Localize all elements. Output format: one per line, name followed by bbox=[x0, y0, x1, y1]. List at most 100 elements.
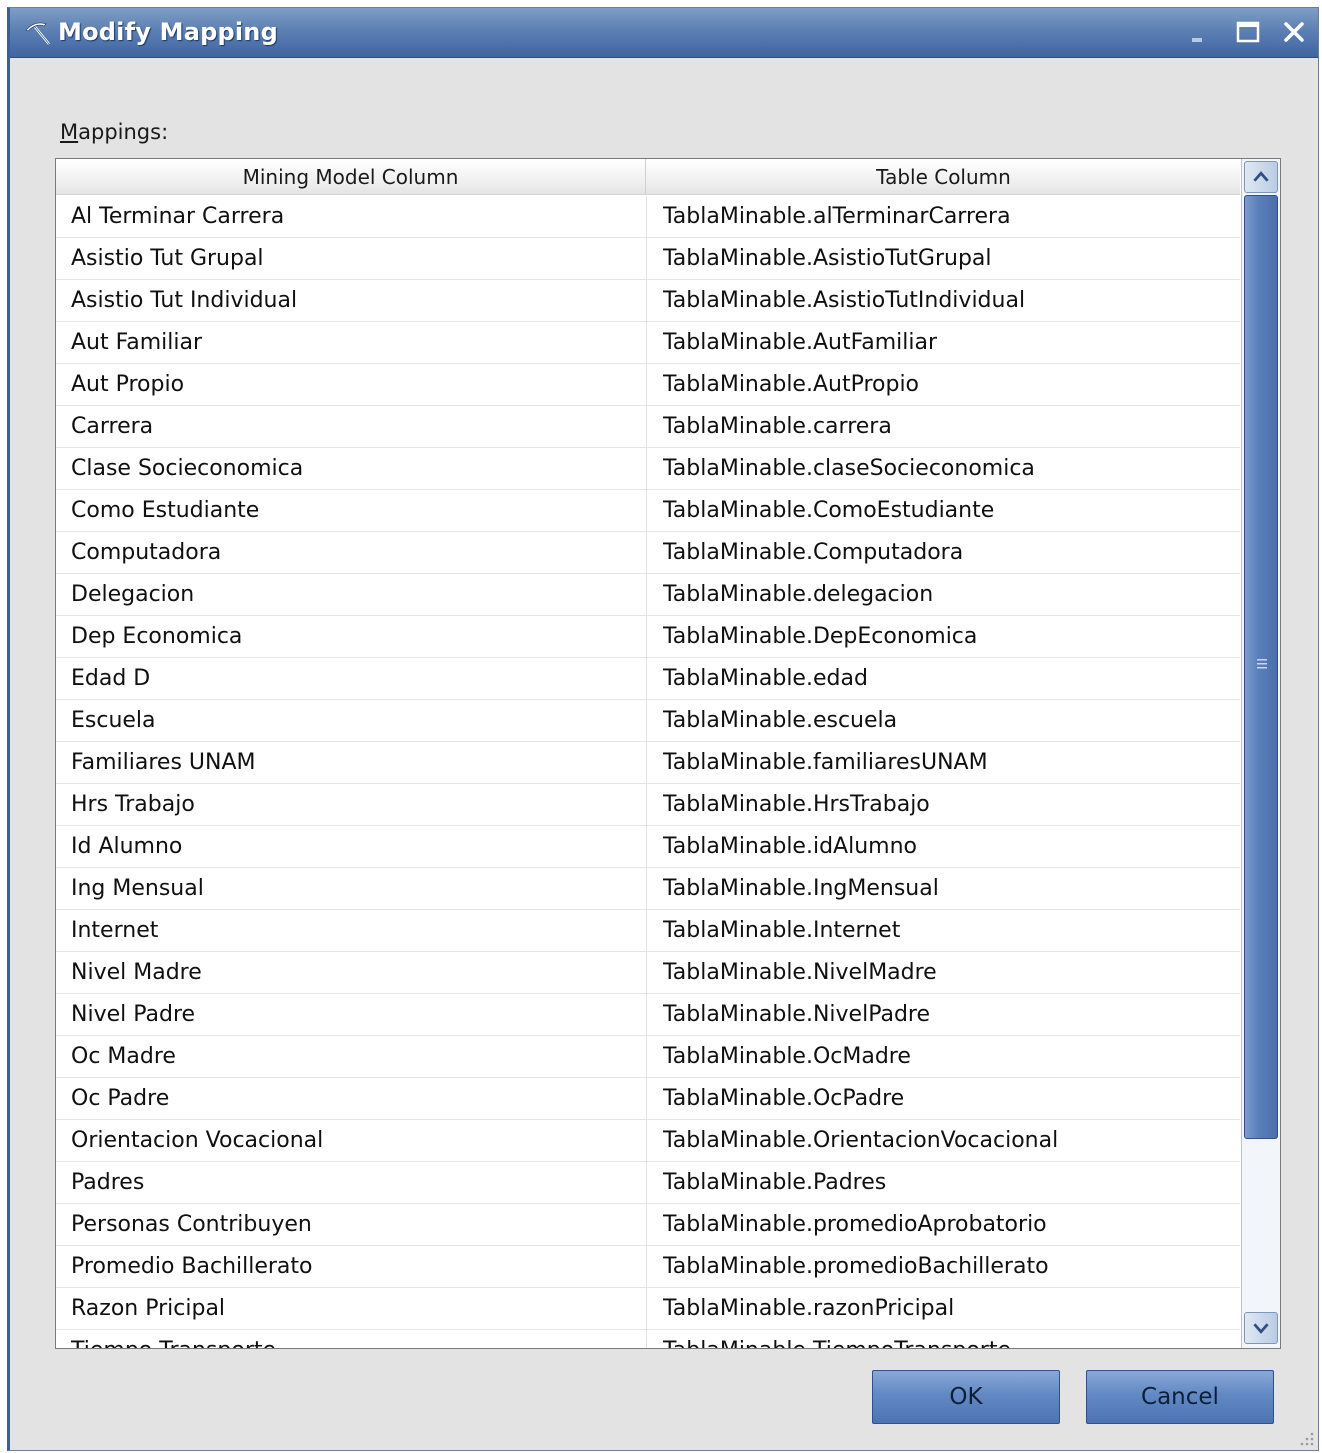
table-column-cell[interactable]: TablaMinable.IngMensual bbox=[663, 868, 1233, 909]
table-column-cell[interactable]: TablaMinable.promedioBachillerato bbox=[663, 1246, 1233, 1287]
table-row[interactable]: Ing Mensual TablaMinable.IngMensual bbox=[56, 868, 1240, 910]
table-row[interactable]: Edad D TablaMinable.edad bbox=[56, 658, 1240, 700]
mining-model-column-cell[interactable]: Promedio Bachillerato bbox=[71, 1246, 641, 1287]
table-row[interactable]: Al Terminar Carrera TablaMinable.alTermin… bbox=[56, 196, 1240, 238]
table-column-cell[interactable]: TablaMinable.Computadora bbox=[663, 532, 1233, 573]
maximize-icon[interactable] bbox=[1232, 16, 1264, 48]
table-row[interactable]: Orientacion Vocacional TablaMinable.Orien… bbox=[56, 1120, 1240, 1162]
table-column-cell[interactable]: TablaMinable.claseSocieconomica bbox=[663, 448, 1233, 489]
mining-model-column-cell[interactable]: Clase Socieconomica bbox=[71, 448, 641, 489]
table-row[interactable]: Padres TablaMinable.Padres bbox=[56, 1162, 1240, 1204]
mining-model-column-cell[interactable]: Nivel Madre bbox=[71, 952, 641, 993]
mining-model-column-cell[interactable]: Internet bbox=[71, 910, 641, 951]
resize-grip-icon[interactable] bbox=[1297, 1429, 1315, 1447]
mining-model-column-cell[interactable]: Razon Pricipal bbox=[71, 1288, 641, 1329]
table-column-cell[interactable]: TablaMinable.razonPricipal bbox=[663, 1288, 1233, 1329]
table-row[interactable]: Familiares UNAM TablaMinable.familiaresUN… bbox=[56, 742, 1240, 784]
table-column-cell[interactable]: TablaMinable.edad bbox=[663, 658, 1233, 699]
mining-model-column-cell[interactable]: Ing Mensual bbox=[71, 868, 641, 909]
table-column-cell[interactable]: TablaMinable.delegacion bbox=[663, 574, 1233, 615]
title-bar[interactable]: Modify Mapping bbox=[10, 8, 1318, 58]
table-row[interactable]: Computadora TablaMinable.Computadora bbox=[56, 532, 1240, 574]
table-row[interactable]: Internet TablaMinable.Internet bbox=[56, 910, 1240, 952]
scroll-down-button[interactable] bbox=[1244, 1312, 1278, 1344]
mappings-grid[interactable]: Mining Model Column Table Column Al Term… bbox=[55, 158, 1281, 1349]
close-icon[interactable] bbox=[1278, 16, 1310, 48]
table-row[interactable]: Carrera TablaMinable.carrera bbox=[56, 406, 1240, 448]
mining-model-column-cell[interactable]: Aut Propio bbox=[71, 364, 641, 405]
mining-model-column-cell[interactable]: Delegacion bbox=[71, 574, 641, 615]
table-column-cell[interactable]: TablaMinable.TiempoTransporte bbox=[663, 1330, 1233, 1348]
ok-button[interactable]: OK bbox=[872, 1370, 1060, 1424]
mining-model-column-cell[interactable]: Oc Padre bbox=[71, 1078, 641, 1119]
table-column-cell[interactable]: TablaMinable.DepEconomica bbox=[663, 616, 1233, 657]
mining-model-column-cell[interactable]: Tiempo Transporte bbox=[71, 1330, 641, 1348]
table-row[interactable]: Promedio Bachillerato TablaMinable.promed… bbox=[56, 1246, 1240, 1288]
table-column-cell[interactable]: TablaMinable.carrera bbox=[663, 406, 1233, 447]
table-row[interactable]: Razon Pricipal TablaMinable.razonPricipal bbox=[56, 1288, 1240, 1330]
table-row[interactable]: Hrs Trabajo TablaMinable.HrsTrabajo bbox=[56, 784, 1240, 826]
table-row[interactable]: Dep Economica TablaMinable.DepEconomica bbox=[56, 616, 1240, 658]
mining-model-column-cell[interactable]: Padres bbox=[71, 1162, 641, 1203]
mining-model-column-cell[interactable]: Como Estudiante bbox=[71, 490, 641, 531]
mining-model-column-cell[interactable]: Oc Madre bbox=[71, 1036, 641, 1077]
mining-model-column-cell[interactable]: Carrera bbox=[71, 406, 641, 447]
mining-model-column-cell[interactable]: Familiares UNAM bbox=[71, 742, 641, 783]
table-row[interactable]: Id Alumno TablaMinable.idAlumno bbox=[56, 826, 1240, 868]
table-column-cell[interactable]: TablaMinable.NivelPadre bbox=[663, 994, 1233, 1035]
table-column-cell[interactable]: TablaMinable.HrsTrabajo bbox=[663, 784, 1233, 825]
table-column-cell[interactable]: TablaMinable.OcPadre bbox=[663, 1078, 1233, 1119]
mining-model-column-cell[interactable]: Orientacion Vocacional bbox=[71, 1120, 641, 1161]
mining-model-column-cell[interactable]: Nivel Padre bbox=[71, 994, 641, 1035]
minimize-icon[interactable] bbox=[1184, 16, 1216, 48]
table-column-cell[interactable]: TablaMinable.promedioAprobatorio bbox=[663, 1204, 1233, 1245]
table-column-cell[interactable]: TablaMinable.AsistioTutIndividual bbox=[663, 280, 1233, 321]
scroll-thumb[interactable] bbox=[1244, 195, 1278, 1139]
table-row[interactable]: Asistio Tut Individual TablaMinable.Asist… bbox=[56, 280, 1240, 322]
table-column-cell[interactable]: TablaMinable.OrientacionVocacional bbox=[663, 1120, 1233, 1161]
vertical-scrollbar[interactable] bbox=[1241, 159, 1280, 1348]
table-column-cell[interactable]: TablaMinable.Internet bbox=[663, 910, 1233, 951]
column-header-table-column[interactable]: Table Column bbox=[647, 159, 1240, 195]
mining-model-column-cell[interactable]: Dep Economica bbox=[71, 616, 641, 657]
table-column-cell[interactable]: TablaMinable.AsistioTutGrupal bbox=[663, 238, 1233, 279]
mining-model-column-cell[interactable]: Hrs Trabajo bbox=[71, 784, 641, 825]
mining-model-column-cell[interactable]: Personas Contribuyen bbox=[71, 1204, 641, 1245]
mining-model-column-cell[interactable]: Edad D bbox=[71, 658, 641, 699]
table-row[interactable]: Escuela TablaMinable.escuela bbox=[56, 700, 1240, 742]
table-column-cell[interactable]: TablaMinable.OcMadre bbox=[663, 1036, 1233, 1077]
table-row[interactable]: Aut Familiar TablaMinable.AutFamiliar bbox=[56, 322, 1240, 364]
mining-model-column-cell[interactable]: Asistio Tut Individual bbox=[71, 280, 641, 321]
table-row[interactable]: Delegacion TablaMinable.delegacion bbox=[56, 574, 1240, 616]
scroll-up-button[interactable] bbox=[1244, 161, 1278, 193]
table-row[interactable]: Oc Madre TablaMinable.OcMadre bbox=[56, 1036, 1240, 1078]
table-column-cell[interactable]: TablaMinable.AutPropio bbox=[663, 364, 1233, 405]
mining-model-column-cell[interactable]: Escuela bbox=[71, 700, 641, 741]
table-column-cell[interactable]: TablaMinable.ComoEstudiante bbox=[663, 490, 1233, 531]
table-row[interactable]: Como Estudiante TablaMinable.ComoEstudian… bbox=[56, 490, 1240, 532]
cancel-button[interactable]: Cancel bbox=[1086, 1370, 1274, 1424]
table-column-cell[interactable]: TablaMinable.familiaresUNAM bbox=[663, 742, 1233, 783]
mining-model-column-cell[interactable]: Computadora bbox=[71, 532, 641, 573]
window-title: Modify Mapping bbox=[58, 18, 278, 46]
mining-model-column-cell[interactable]: Asistio Tut Grupal bbox=[71, 238, 641, 279]
table-row[interactable]: Personas Contribuyen TablaMinable.promedi… bbox=[56, 1204, 1240, 1246]
table-column-cell[interactable]: TablaMinable.escuela bbox=[663, 700, 1233, 741]
mining-model-column-cell[interactable]: Al Terminar Carrera bbox=[71, 196, 641, 237]
table-row[interactable]: Asistio Tut Grupal TablaMinable.AsistioTu… bbox=[56, 238, 1240, 280]
table-row[interactable]: Nivel Padre TablaMinable.NivelPadre bbox=[56, 994, 1240, 1036]
table-row[interactable]: Tiempo Transporte TablaMinable.TiempoTran… bbox=[56, 1330, 1240, 1348]
table-row[interactable]: Nivel Madre TablaMinable.NivelMadre bbox=[56, 952, 1240, 994]
table-column-cell[interactable]: TablaMinable.AutFamiliar bbox=[663, 322, 1233, 363]
mining-model-column-cell[interactable]: Aut Familiar bbox=[71, 322, 641, 363]
table-row[interactable]: Oc Padre TablaMinable.OcPadre bbox=[56, 1078, 1240, 1120]
table-column-cell[interactable]: TablaMinable.idAlumno bbox=[663, 826, 1233, 867]
mappings-label: Mappings: bbox=[60, 120, 168, 144]
table-column-cell[interactable]: TablaMinable.Padres bbox=[663, 1162, 1233, 1203]
mining-model-column-cell[interactable]: Id Alumno bbox=[71, 826, 641, 867]
table-column-cell[interactable]: TablaMinable.alTerminarCarrera bbox=[663, 196, 1233, 237]
table-row[interactable]: Clase Socieconomica TablaMinable.claseSoc… bbox=[56, 448, 1240, 490]
column-header-mining-model[interactable]: Mining Model Column bbox=[56, 159, 646, 195]
table-row[interactable]: Aut Propio TablaMinable.AutPropio bbox=[56, 364, 1240, 406]
table-column-cell[interactable]: TablaMinable.NivelMadre bbox=[663, 952, 1233, 993]
